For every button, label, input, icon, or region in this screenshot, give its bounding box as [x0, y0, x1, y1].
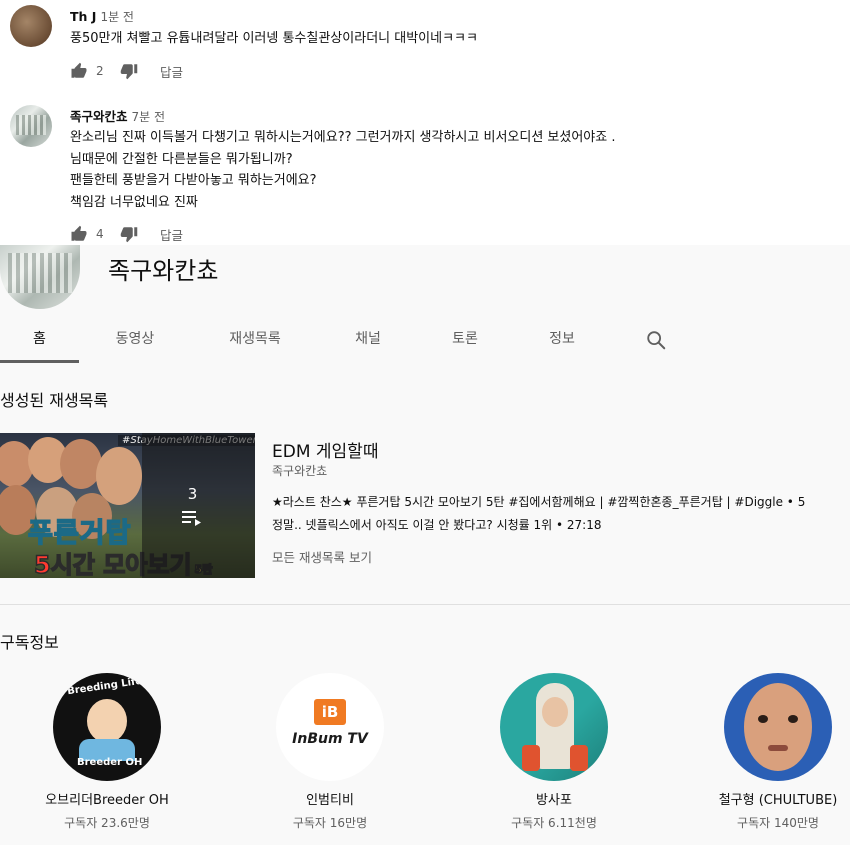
tab-discussion[interactable]: 토론 [425, 321, 505, 363]
comment-actions: 2 답글 [70, 61, 183, 81]
channel-name: 족구와칸쵸 [108, 257, 219, 285]
playlist-video-count: 3 [187, 484, 198, 503]
comment-author[interactable]: Th J 1분 전 [70, 8, 134, 25]
portrait-face [744, 683, 812, 771]
subscriber-count: 구독자 23.6만명 [64, 816, 150, 830]
like-count: 4 [96, 227, 104, 241]
inbum-logo-text: InBum TV [292, 731, 368, 747]
rocket-face [542, 697, 568, 727]
channel-header: 족구와칸쵸 홈 동영상 재생목록 채널 토론 정보 [0, 245, 850, 363]
playlist-video-item[interactable]: ★라스트 찬스★ 푸른거탑 5시간 모아보기 5탄 #집에서함께해요 | #깜찍… [272, 493, 805, 510]
playlist-thumbnail[interactable]: #StayHomeWithBlueTower 푸른거탑 5시간 모아보기5탄 3 [0, 433, 255, 578]
portrait-eye-left [758, 715, 768, 723]
tab-home[interactable]: 홈 [0, 321, 79, 363]
cartoon-face [87, 699, 127, 743]
logo-text-top: Breeding Life [66, 675, 143, 698]
comment-text: 풍50만개 쳐빨고 유튭내려달라 이러넹 통수칠관상이라더니 대박이네ㅋㅋㅋ [70, 28, 478, 50]
playlist-count-overlay: 3 [142, 433, 255, 578]
thumbs-down-icon[interactable] [120, 225, 138, 243]
playlist-channel[interactable]: 족구와칸쵸 [272, 462, 327, 479]
comment-line: 님때문에 간절한 다른분들은 뭐가됩니까? [70, 151, 293, 167]
comment-timestamp[interactable]: 1분 전 [100, 10, 134, 24]
channel-tabs: 홈 동영상 재생목록 채널 토론 정보 [0, 321, 850, 363]
subscription-channel-name[interactable]: 방사포 [459, 789, 649, 808]
search-icon[interactable] [645, 329, 667, 351]
comment-line: 팬들한테 풍받을거 다받아놓고 뭐하는거에요? [70, 173, 317, 188]
comment-author-avatar[interactable] [10, 105, 52, 147]
tab-about[interactable]: 정보 [522, 321, 602, 363]
comments-section: Th J 1분 전 풍50만개 쳐빨고 유튭내려달라 이러넹 통수칠관상이라더니 … [0, 0, 780, 245]
thumbnail-subtitle-highlight: 5시간 [33, 550, 95, 578]
rocket-fin-right [570, 745, 588, 771]
subscription-channel-name[interactable]: 인범티비 [235, 789, 425, 808]
thumbs-up-icon[interactable] [70, 225, 88, 243]
comment-line: 완소리님 진짜 이득볼거 다챙기고 뭐하시는거에요?? 그런거까지 생각하시고 … [70, 130, 616, 145]
playlist-title[interactable]: EDM 게임할때 [272, 437, 378, 462]
rocket-fin-left [522, 745, 540, 771]
subscription-avatar[interactable] [500, 673, 608, 781]
tab-playlists[interactable]: 재생목록 [215, 321, 295, 363]
subscription-channel-name[interactable]: 오브리더Breeder OH [12, 789, 202, 808]
section-title-subscriptions[interactable]: 구독정보 [0, 629, 59, 653]
portrait-eye-right [788, 715, 798, 723]
comment-author-name[interactable]: 족구와칸쵸 [70, 109, 128, 124]
section-title-playlists[interactable]: 생성된 재생목록 [0, 387, 108, 411]
tab-channels[interactable]: 채널 [328, 321, 408, 363]
channel-home-content: 생성된 재생목록 #StayHomeWithBlueTower 푸른거탑 5시간… [0, 363, 850, 845]
view-all-playlists-link[interactable]: 모든 재생목록 보기 [272, 547, 372, 566]
playlist-icon [181, 509, 204, 527]
reply-button[interactable]: 답글 [160, 62, 183, 81]
subscription-channel[interactable]: iB InBum TV 인범티비 구독자 16만명 [235, 673, 425, 831]
subscription-avatar[interactable]: Breeding Life Breeder OH [53, 673, 161, 781]
subscription-avatar[interactable] [724, 673, 832, 781]
reply-button[interactable]: 답글 [160, 225, 183, 244]
subscription-avatar[interactable]: iB InBum TV [276, 673, 384, 781]
subscriber-count: 구독자 140만명 [737, 816, 819, 830]
comment-timestamp[interactable]: 7분 전 [132, 110, 166, 124]
comment-author-avatar[interactable] [10, 5, 52, 47]
thumbs-up-icon[interactable] [70, 62, 88, 80]
subscription-channel[interactable]: Breeding Life Breeder OH 오브리더Breeder OH … [12, 673, 202, 831]
like-count: 2 [96, 64, 104, 78]
thumbs-down-icon[interactable] [120, 62, 138, 80]
tab-videos[interactable]: 동영상 [95, 321, 175, 363]
comment-author[interactable]: 족구와칸쵸 7분 전 [70, 106, 165, 125]
section-divider [0, 604, 850, 605]
subscription-channel[interactable]: 방사포 구독자 6.11천명 [459, 673, 649, 831]
inbum-logo-mark: iB [314, 699, 346, 725]
playlist-video-item[interactable]: 정말.. 넷플릭스에서 아직도 이걸 안 봤다고? 시청률 1위 • 27:18 [272, 516, 601, 533]
subscription-channel-name[interactable]: 철구형 (CHULTUBE) [683, 789, 850, 808]
comment-actions: 4 답글 [70, 224, 183, 244]
logo-text-bottom: Breeder OH [77, 757, 143, 768]
channel-avatar[interactable] [0, 245, 80, 309]
subscription-channel[interactable]: 철구형 (CHULTUBE) 구독자 140만명 [683, 673, 850, 831]
comment-author-name[interactable]: Th J [70, 9, 96, 24]
subscriber-count: 구독자 16만명 [292, 816, 368, 830]
subscriber-count: 구독자 6.11천명 [511, 816, 597, 830]
comment-text: 완소리님 진짜 이득볼거 다챙기고 뭐하시는거에요?? 그런거까지 생각하시고 … [70, 127, 615, 213]
comment-line: 책임감 너무없네요 진짜 [70, 194, 198, 210]
comment-line: 풍50만개 쳐빨고 유튭내려달라 이러넹 통수칠관상이라더니 대박이네ㅋㅋㅋ [70, 31, 478, 46]
portrait-mouth [768, 745, 788, 751]
